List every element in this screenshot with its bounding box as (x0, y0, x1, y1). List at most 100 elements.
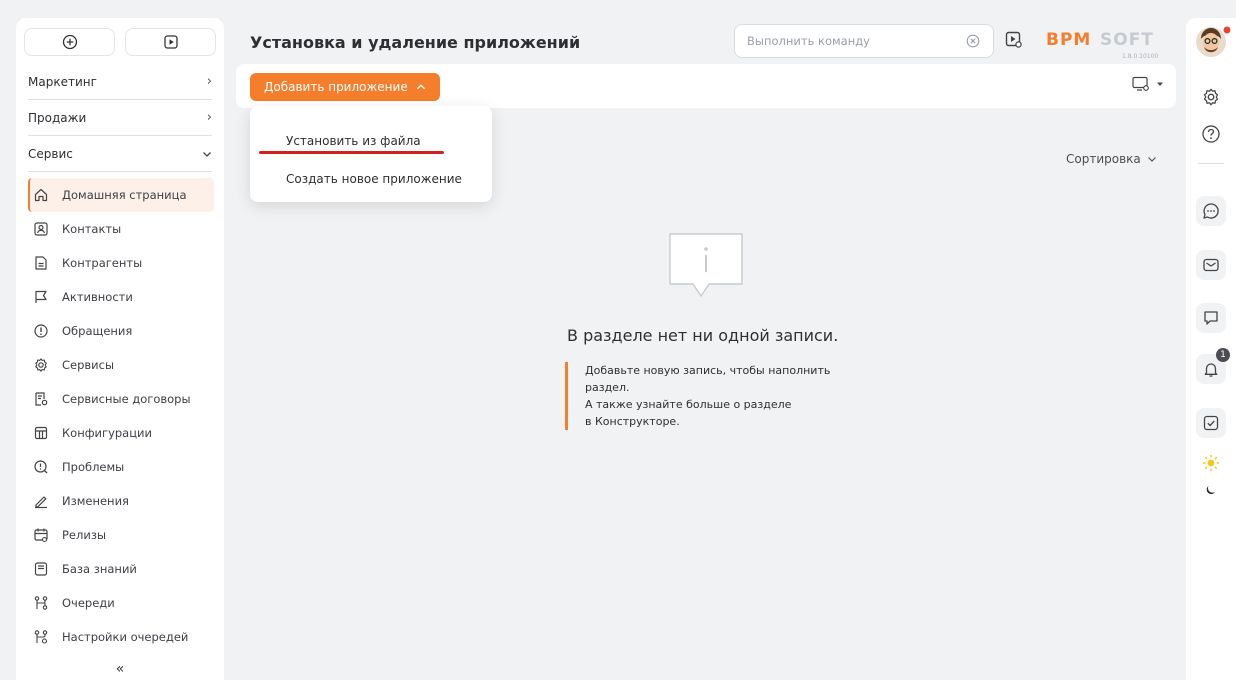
chevron-right-icon: › (206, 74, 212, 89)
empty-state-line: Добавьте новую запись, чтобы наполнить (585, 364, 831, 377)
notification-badge: 1 (1216, 348, 1230, 362)
queue-settings-icon (32, 628, 50, 646)
sidebar-item-queues[interactable]: Очереди (28, 586, 214, 620)
view-settings-button[interactable] (1132, 76, 1164, 92)
sidebar-item-knowledge-base[interactable]: База знаний (28, 552, 214, 586)
group-service[interactable]: Сервис (28, 136, 212, 172)
help-button[interactable] (1200, 123, 1222, 145)
sidebar-item-accounts[interactable]: Контрагенты (28, 246, 214, 280)
sidebar-item-label: Настройки очередей (62, 630, 189, 644)
empty-state-text: Добавьте новую запись, чтобы наполнить р… (565, 362, 855, 430)
menu-item-create-new-app[interactable]: Создать новое приложение (250, 160, 492, 198)
calendar-icon (32, 526, 50, 544)
sidebar-item-label: Контрагенты (62, 256, 143, 270)
empty-state-line: А также узнайте больше о разделе (585, 398, 792, 411)
command-input[interactable] (747, 34, 965, 48)
document-icon (32, 254, 50, 272)
theme-toggle[interactable] (1202, 454, 1220, 506)
sidebar-item-changes[interactable]: Изменения (28, 484, 214, 518)
queue-icon (32, 594, 50, 612)
add-application-label: Добавить приложение (264, 80, 408, 94)
chevron-down-icon (1147, 157, 1156, 162)
sidebar-top-buttons (16, 18, 224, 64)
rail-divider (1198, 163, 1224, 164)
bell-icon (1204, 363, 1218, 377)
pencil-icon (32, 492, 50, 510)
plus-circle-icon (62, 34, 77, 50)
sidebar-item-configurations[interactable]: Конфигурации (28, 416, 214, 450)
chevron-right-icon: › (206, 110, 212, 125)
sidebar-item-label: База знаний (62, 562, 137, 576)
command-line (734, 24, 994, 58)
add-button[interactable] (24, 28, 115, 56)
empty-state-line: раздел. (585, 381, 630, 394)
sidebar-item-services[interactable]: Сервисы (28, 348, 214, 382)
svg-text:SOFT: SOFT (1100, 30, 1154, 50)
caret-down-icon (1157, 82, 1163, 86)
settings-button[interactable] (1200, 86, 1222, 108)
add-application-menu: Установить из файла Создать новое прилож… (250, 106, 492, 202)
notifications-button[interactable]: 1 (1196, 348, 1230, 384)
clear-icon[interactable] (965, 33, 981, 49)
sidebar-item-label: Релизы (62, 528, 107, 542)
group-label: Продажи (28, 110, 87, 125)
group-sales[interactable]: Продажи › (28, 100, 212, 136)
play-square-icon (163, 35, 178, 49)
sidebar-item-label: Проблемы (62, 460, 125, 474)
comment-icon (1204, 311, 1218, 325)
collapse-sidebar-button[interactable]: « (16, 658, 224, 680)
sort-button[interactable]: Сортировка (1066, 152, 1157, 166)
sidebar-item-cases[interactable]: Обращения (28, 314, 214, 348)
group-marketing[interactable]: Маркетинг › (28, 64, 212, 100)
status-dot-icon (1223, 26, 1231, 34)
highlight-underline (259, 151, 444, 154)
sidebar-item-label: Изменения (62, 494, 129, 508)
problem-icon (32, 458, 50, 476)
config-icon (32, 424, 50, 442)
run-command-icon[interactable] (1005, 31, 1023, 49)
chat-bubble-icon (1203, 203, 1219, 219)
sidebar-item-activities[interactable]: Активности (28, 280, 214, 314)
left-sidebar: Маркетинг › Продажи › Сервис Домашняя ст… (16, 18, 224, 680)
sidebar-item-problems[interactable]: Проблемы (28, 450, 214, 484)
sidebar-item-releases[interactable]: Релизы (28, 518, 214, 552)
flag-icon (32, 288, 50, 306)
sidebar-item-label: Сервисные договоры (62, 392, 191, 406)
messages-button[interactable] (1196, 303, 1226, 333)
contract-icon (32, 390, 50, 408)
page-title: Установка и удаление приложений (250, 33, 581, 52)
sort-label: Сортировка (1066, 152, 1141, 166)
tasks-button[interactable] (1196, 408, 1226, 438)
sidebar-item-label: Активности (62, 290, 133, 304)
sidebar-item-service-contracts[interactable]: Сервисные договоры (28, 382, 214, 416)
gear-icon (1203, 88, 1219, 106)
version-label: 1.8.0.10100 (1122, 53, 1159, 60)
home-icon (32, 186, 50, 204)
email-button[interactable] (1196, 250, 1226, 280)
sidebar-item-queue-settings[interactable]: Настройки очередей (28, 620, 214, 654)
help-icon (1202, 125, 1220, 143)
empty-state-link[interactable]: в Конструкторе. (585, 413, 855, 430)
sidebar-item-label: Конфигурации (62, 426, 152, 440)
gear-icon (32, 356, 50, 374)
sun-icon (1203, 455, 1219, 471)
toolbar: Добавить приложение (236, 64, 1176, 108)
contact-icon (32, 220, 50, 238)
empty-state-title: В разделе нет ни одной записи. (567, 326, 839, 345)
right-rail: 1 (1186, 18, 1236, 680)
sidebar-item-contacts[interactable]: Контакты (28, 212, 214, 246)
book-icon (32, 560, 50, 578)
sidebar-item-label: Очереди (62, 596, 115, 610)
group-label: Сервис (28, 146, 73, 161)
group-label: Маркетинг (28, 74, 97, 89)
run-process-button[interactable] (125, 28, 216, 56)
svg-text:BPM: BPM (1046, 30, 1091, 50)
chevron-up-icon (416, 84, 425, 90)
sidebar-item-home[interactable]: Домашняя страница (28, 178, 214, 212)
mail-icon (1203, 258, 1219, 272)
chat-button[interactable] (1196, 196, 1226, 226)
info-bubble-icon (669, 233, 743, 297)
menu-item-install-from-file[interactable]: Установить из файла (250, 122, 492, 160)
add-application-button[interactable]: Добавить приложение (250, 73, 440, 101)
sidebar-item-label: Сервисы (62, 358, 115, 372)
